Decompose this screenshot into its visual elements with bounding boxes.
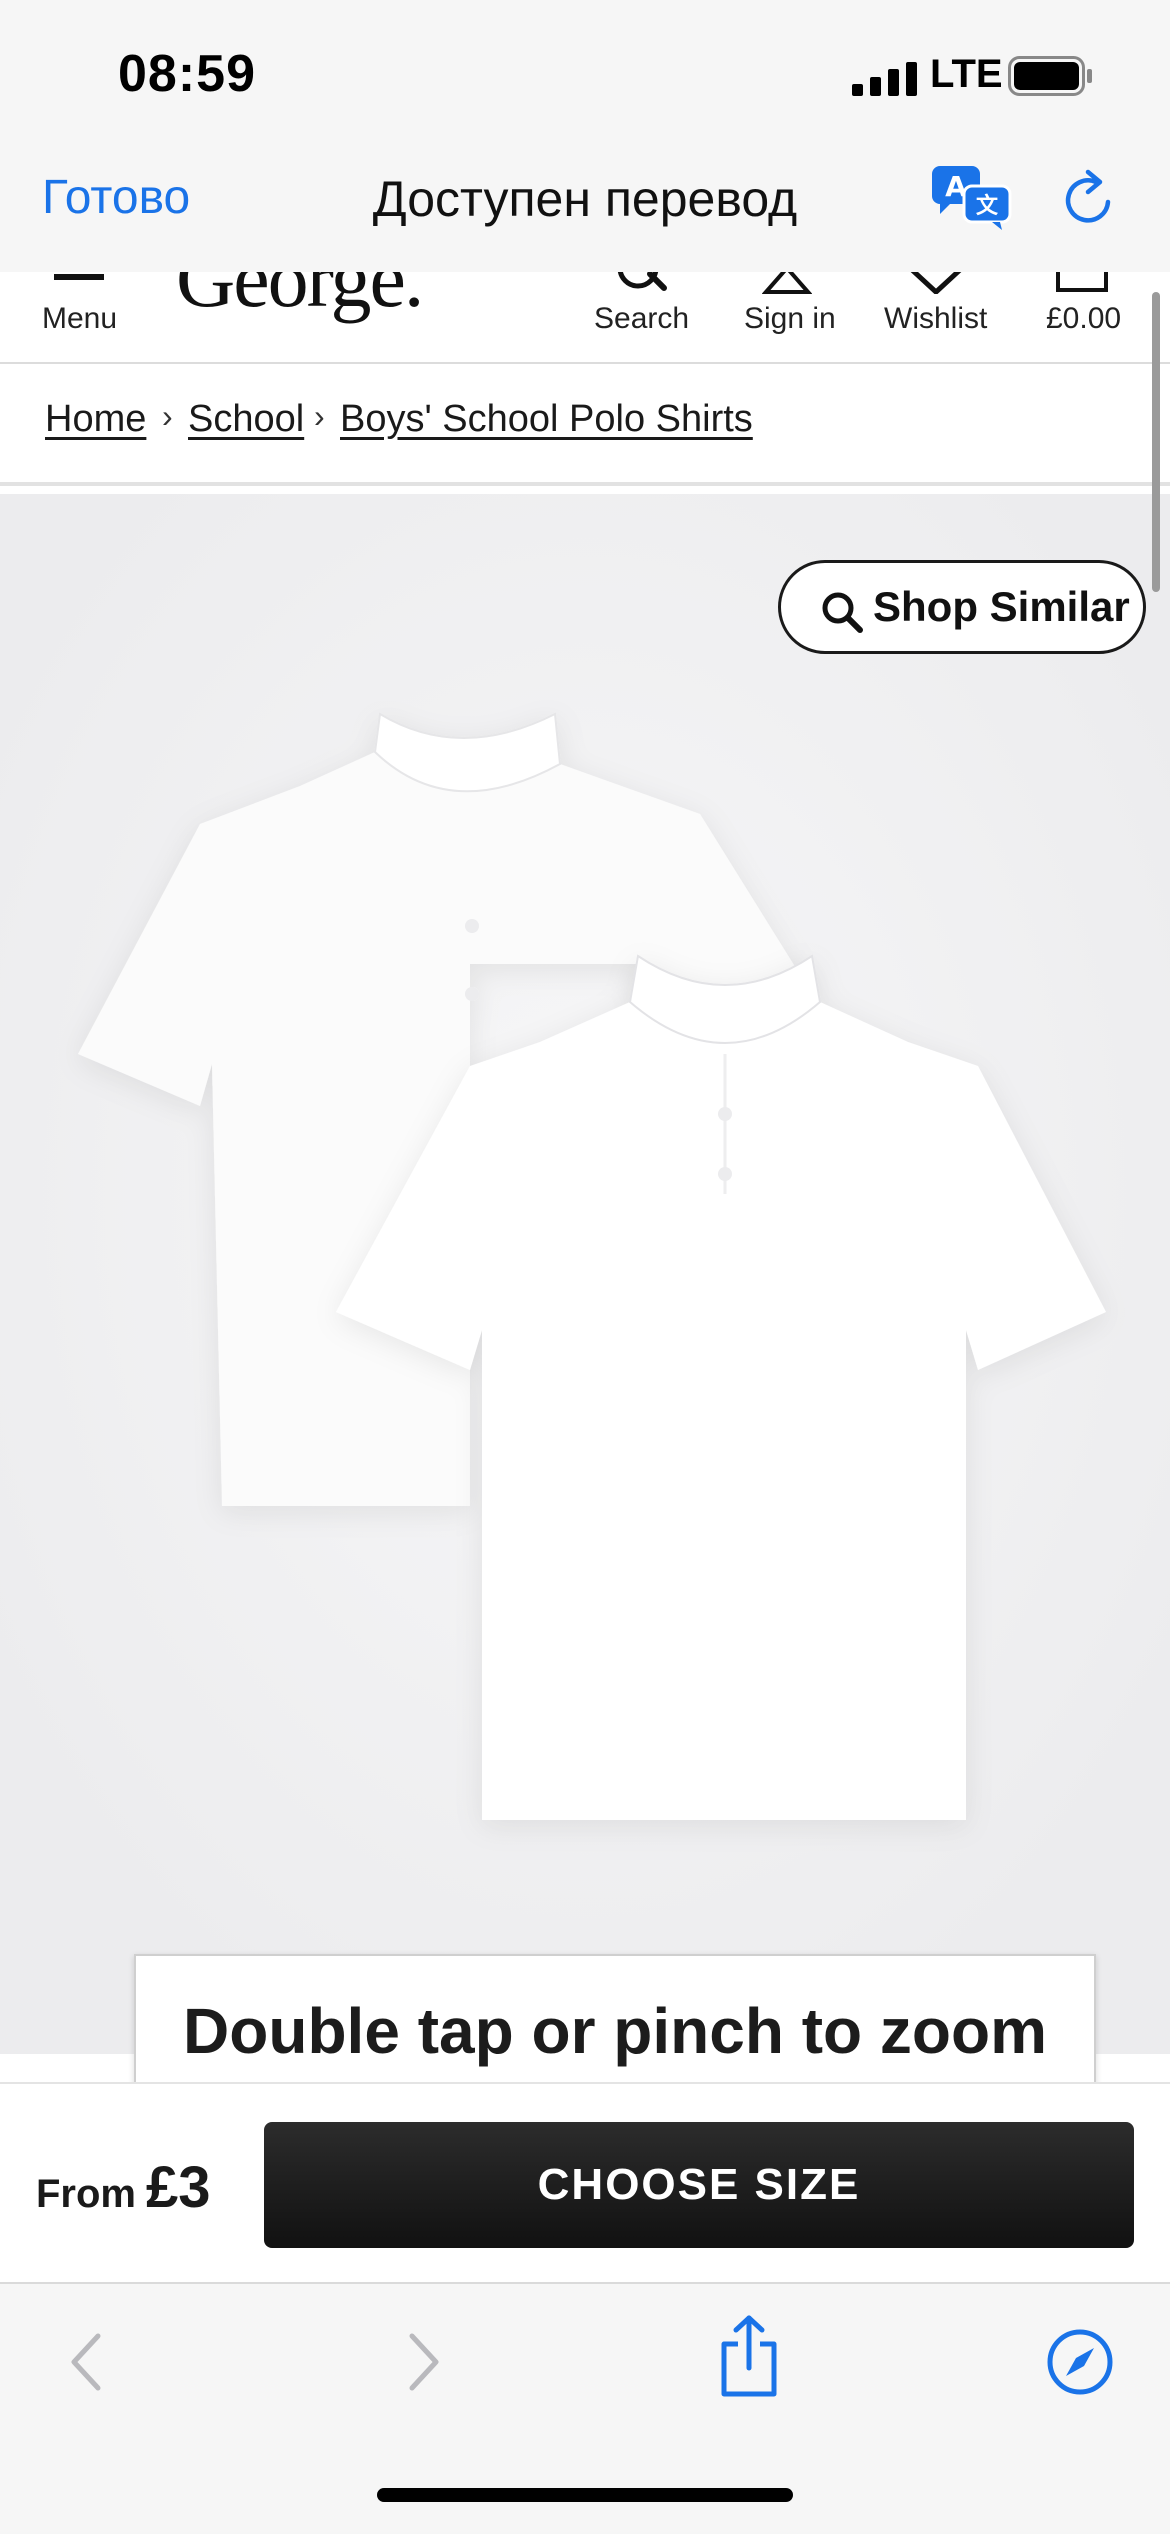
search-icon [822,592,863,633]
reload-icon[interactable] [1062,168,1118,228]
breadcrumb-boys-school-polo-shirts[interactable]: Boys' School Polo Shirts [340,398,753,441]
breadcrumb-home[interactable]: Home [45,398,146,441]
zoom-hint-overlay: Double tap or pinch to zoom [134,1954,1096,2082]
shop-similar-label: Shop Similar [873,583,1130,630]
home-indicator[interactable] [377,2488,793,2502]
compass-safari-icon[interactable] [1046,2328,1114,2396]
price: £3 [146,2155,211,2220]
chevron-right-icon: › [162,398,173,434]
battery-icon [1008,56,1092,96]
signal-strength-icon [852,62,917,96]
back-icon[interactable] [66,2330,106,2394]
translate-icon[interactable]: A 文 [930,164,1012,230]
site-header: Menu George. Search Sign in Wishlist £0.… [0,272,1170,364]
account-icon[interactable] [762,272,812,294]
done-button[interactable]: Готово [42,170,190,225]
choose-size-label: CHOOSE SIZE [537,2160,861,2209]
heart-icon[interactable] [908,272,964,294]
svg-text:文: 文 [976,193,999,219]
hamburger-menu-icon[interactable] [54,272,104,284]
product-image-polo-shirts[interactable] [0,494,1170,2054]
basket-icon[interactable] [1054,272,1110,294]
menu-label[interactable]: Menu [42,302,117,336]
choose-size-button[interactable]: CHOOSE SIZE [264,2122,1134,2248]
shop-similar-button[interactable]: Shop Similar [778,560,1146,654]
search-label[interactable]: Search [594,302,689,336]
wishlist-label[interactable]: Wishlist [884,302,987,336]
share-icon[interactable] [716,2314,782,2398]
from-label: From [36,2172,136,2216]
web-content: Menu George. Search Sign in Wishlist £0.… [0,272,1170,2082]
sign-in-label[interactable]: Sign in [744,302,836,336]
status-time: 08:59 [118,45,256,103]
scrollbar[interactable] [1152,292,1160,592]
breadcrumb: Home › School › Boys' School Polo Shirts [0,364,1170,486]
basket-total[interactable]: £0.00 [1046,302,1121,336]
product-image-gallery[interactable]: Double tap or pinch to zoom [0,494,1170,2082]
breadcrumb-school[interactable]: School [188,398,304,441]
zoom-hint-text: Double tap or pinch to zoom [183,1995,1047,2067]
network-type: LTE [930,52,1003,96]
search-icon[interactable] [610,272,670,294]
chevron-right-icon: › [314,398,325,434]
sticky-purchase-bar: From £3 CHOOSE SIZE [0,2082,1170,2284]
george-logo[interactable]: George. [176,272,424,326]
forward-icon[interactable] [404,2330,444,2394]
